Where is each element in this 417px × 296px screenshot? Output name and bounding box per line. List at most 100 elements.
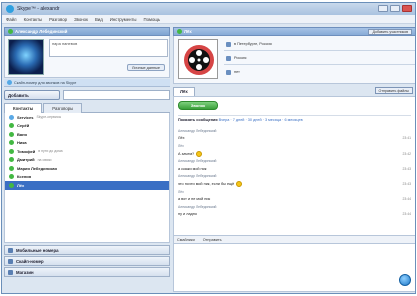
contact-location: в Петербурге, Россия: [226, 40, 272, 48]
profile-header[interactable]: Александр Лебединский: [4, 27, 170, 36]
mood-input[interactable]: пара напевов: [49, 39, 168, 57]
contact-item[interactable]: Лёх: [5, 181, 169, 190]
message-content: Лёх: [178, 136, 185, 140]
chat-history: Звонок Показать сообщения Вчера · 7 дней…: [173, 96, 415, 236]
contact-country: Россия: [226, 54, 246, 62]
contact-name: Тимофей: [17, 148, 36, 154]
divider: [224, 50, 415, 51]
contact-item[interactable]: Дмитрий на связи: [5, 156, 169, 165]
message-content: Лёх: [178, 190, 184, 194]
contact-item[interactable]: Services Skype-сервисы: [5, 113, 169, 122]
message-row: а скажи мой ник 23:43: [178, 165, 411, 173]
online-status-icon[interactable]: [8, 29, 13, 34]
send-tool-button[interactable]: Отправить: [203, 238, 222, 242]
history-links[interactable]: Вчера · 7 дней · 30 дней · 3 месяца · 6 …: [219, 118, 303, 122]
presence-icon: [9, 114, 14, 120]
message-input[interactable]: [173, 244, 415, 292]
contact-item[interactable]: Мария Лебединская: [5, 164, 169, 173]
input-toolbar: Смайлики Отправить: [173, 236, 415, 244]
contact-name: Services: [17, 114, 34, 120]
bottom-sections: Мобильные номера Скайп-номер Магазин: [4, 245, 170, 277]
menu-item-call[interactable]: Звонок: [74, 17, 88, 22]
menu-item-view[interactable]: Вид: [95, 17, 103, 22]
message-time: 23:43: [402, 181, 412, 186]
message-content: Александр Лебединский: [178, 205, 216, 209]
skype-number-text: Скайп-номер для звонков на Skype: [14, 80, 77, 85]
menu-item-conversation[interactable]: Разговор: [49, 17, 67, 22]
message-content: Александр Лебединский: [178, 174, 216, 178]
contact-item[interactable]: Ксения: [5, 173, 169, 182]
message-text: а скажи мой ник: [178, 166, 207, 171]
presence-icon: [9, 148, 14, 154]
message-row: это почти мой ник, если бы ещё 23:43: [178, 180, 411, 188]
phone-icon: [8, 247, 13, 253]
menu-item-tools[interactable]: Инструменты: [110, 17, 137, 22]
contact-item[interactable]: Ника: [5, 139, 169, 148]
message-sender-row: Александр Лебединский: [178, 157, 411, 165]
divider: [178, 115, 411, 116]
message-row: ну и ладно 23:44: [178, 211, 411, 219]
contact-name: Ваня: [17, 131, 27, 137]
section-skype-number[interactable]: Скайп-номер: [4, 256, 170, 266]
presence-icon: [9, 131, 14, 137]
shop-icon: [8, 269, 13, 275]
send-file-button[interactable]: Отправить файлы: [374, 87, 413, 94]
location-icon: [226, 41, 231, 47]
contact-item[interactable]: Тимофей в пути до дома: [5, 147, 169, 156]
menu-item-help[interactable]: Помощь: [144, 17, 161, 22]
title-bar: Skype™ - alexandr: [2, 3, 415, 15]
add-people-button[interactable]: Добавить участников: [368, 29, 412, 35]
message-sender-row: Александр Лебединский: [178, 203, 411, 211]
maximize-button[interactable]: [390, 5, 400, 12]
close-button[interactable]: [402, 5, 412, 12]
contact-avatar[interactable]: [178, 39, 218, 79]
contact-name: Серёй: [17, 123, 30, 129]
message-text: это почти мой ник, если бы ещё: [178, 181, 235, 186]
divider: [224, 64, 415, 65]
message-sender-row: Александр Лебединский: [178, 127, 411, 135]
message-text: Лёх: [178, 136, 185, 141]
avatar[interactable]: [8, 39, 44, 75]
contact-item[interactable]: Ваня: [5, 130, 169, 139]
message-content: Александр Лебединский: [178, 159, 216, 163]
contact-name: Ксения: [17, 174, 32, 180]
message-sender: Лёх: [178, 189, 184, 194]
minimize-button[interactable]: [378, 5, 388, 12]
history-filter: Показать сообщения Вчера · 7 дней · 30 д…: [178, 118, 303, 122]
search-input[interactable]: [63, 90, 170, 100]
menu-item-file[interactable]: Файл: [6, 17, 17, 22]
personal-info-button[interactable]: Личные данные: [127, 64, 165, 71]
message-sender-row: Лёх: [178, 142, 411, 150]
call-button[interactable]: Звонок: [178, 101, 218, 110]
conversation-title: Лёх: [184, 29, 192, 34]
add-contact-button[interactable]: Добавить: [4, 90, 60, 100]
contact-name: Лёх: [17, 182, 25, 188]
skype-number-banner[interactable]: Скайп-номер для звонков на Skype: [4, 79, 170, 87]
emoticons-button[interactable]: Смайлики: [177, 238, 195, 242]
contact-item[interactable]: Серёй: [5, 122, 169, 131]
message-text: А зачем?: [178, 151, 195, 156]
section-mobile-numbers[interactable]: Мобильные номера: [4, 245, 170, 255]
section-shop[interactable]: Магазин: [4, 267, 170, 277]
contact-name: Ника: [17, 140, 27, 146]
contact-card: в Петербурге, Россия Россия нет: [173, 36, 415, 84]
tab-conversations[interactable]: Разговоры: [43, 103, 83, 113]
send-button[interactable]: [399, 274, 411, 286]
message-text: а вот и не мой ник: [178, 197, 211, 202]
menu-item-contacts[interactable]: Контакты: [24, 17, 43, 22]
number-icon: [8, 258, 13, 264]
message-row: А зачем? 23:42: [178, 150, 411, 158]
tab-chat[interactable]: Лёх: [173, 87, 195, 96]
message-row: а вот и не мой ник 23:44: [178, 195, 411, 203]
message-time: 23:44: [402, 197, 412, 202]
info-icon: [7, 80, 12, 85]
tab-contacts[interactable]: Контакты: [4, 103, 43, 113]
message-content: а вот и не мой ник: [178, 197, 210, 201]
message-sender-row: Лёх: [178, 188, 411, 196]
presence-icon: [9, 182, 14, 188]
presence-icon: [9, 157, 14, 163]
section-label: Скайп-номер: [16, 258, 44, 264]
globe-icon: [226, 55, 231, 61]
message-time: 23:41: [402, 136, 412, 141]
presence-icon: [9, 165, 14, 171]
